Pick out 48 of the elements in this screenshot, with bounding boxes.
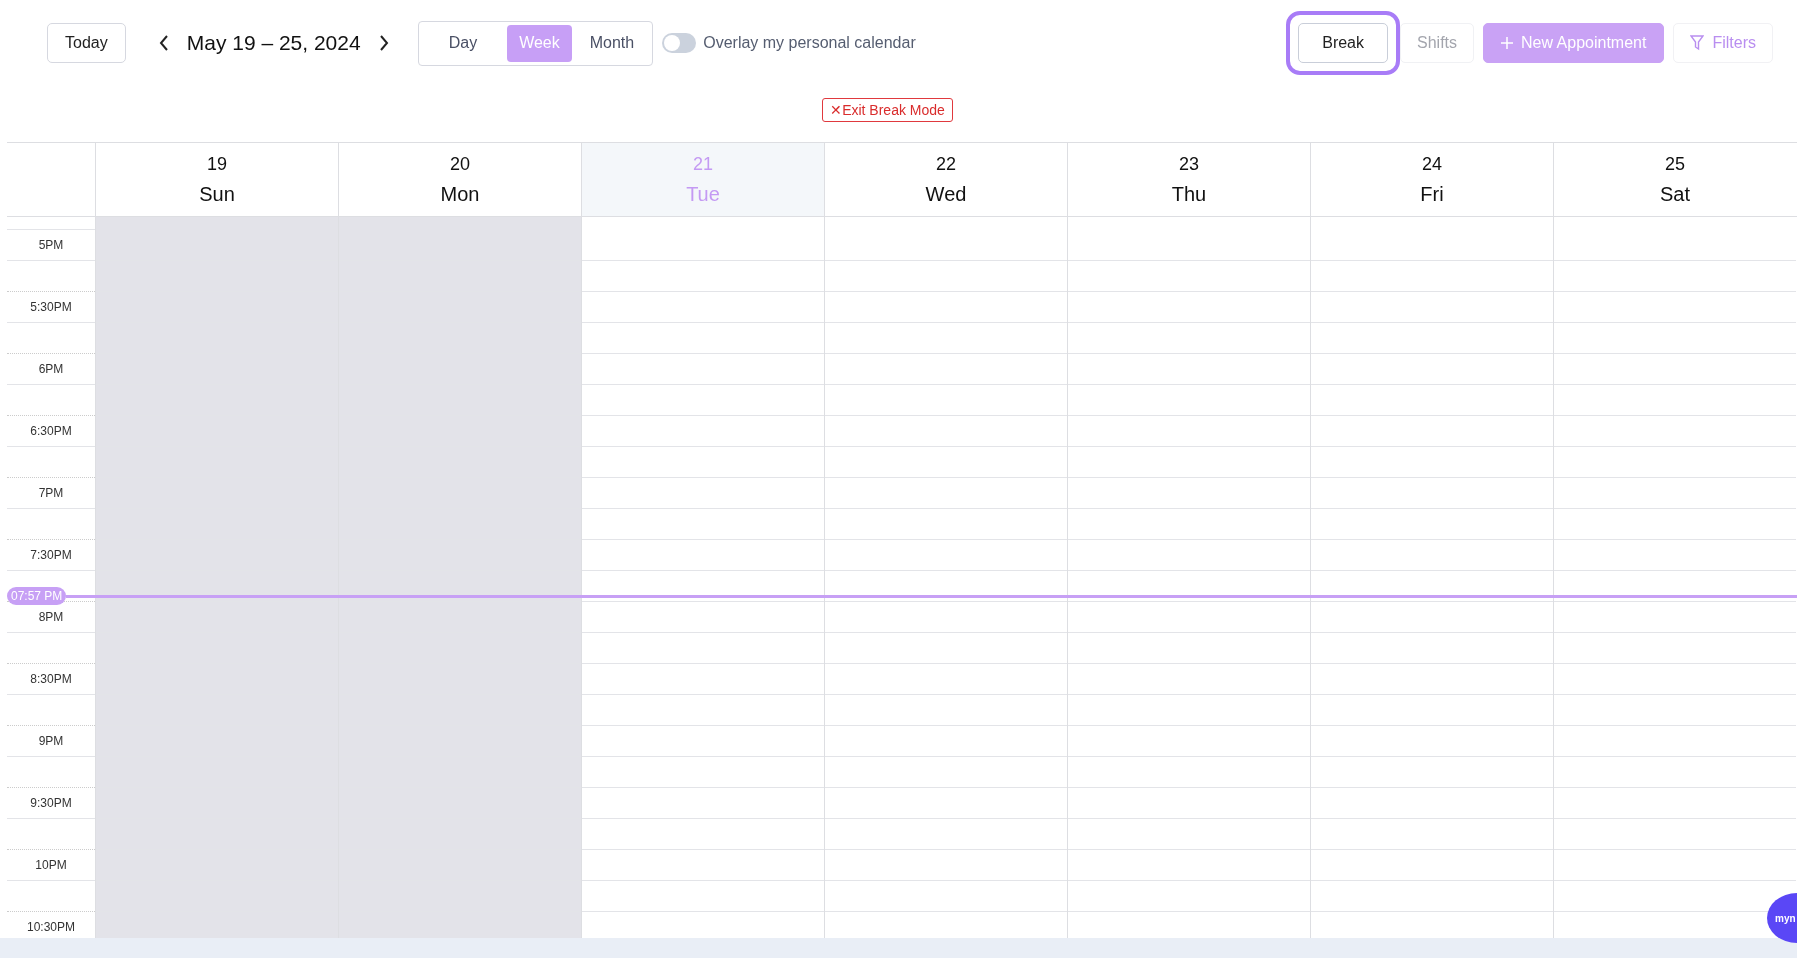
day-number: 24 (1422, 153, 1442, 175)
day-name: Fri (1420, 182, 1444, 206)
day-number: 23 (1179, 153, 1199, 175)
day-number: 19 (207, 153, 227, 175)
time-label: 10:30PM (27, 920, 75, 934)
time-label: 5:30PM (30, 300, 72, 314)
day-name: Wed (925, 182, 967, 206)
time-label: 9PM (38, 734, 64, 748)
day-number: 22 (936, 153, 956, 175)
day-column[interactable] (1310, 217, 1553, 938)
time-label: 9:30PM (30, 796, 72, 810)
filter-icon (1690, 35, 1705, 51)
plus-icon (1501, 37, 1514, 49)
exit-break-mode-button[interactable]: ✕Exit Break Mode (822, 98, 953, 122)
time-label: 6:30PM (30, 424, 72, 438)
day-header[interactable]: 25 Sat (1553, 143, 1796, 216)
toggle-label: Overlay my personal calendar (703, 34, 916, 52)
today-button[interactable]: Today (47, 23, 126, 63)
current-time-badge: 07:57 PM (7, 587, 67, 605)
day-number: 25 (1665, 153, 1685, 175)
chevron-right-icon[interactable] (377, 34, 390, 52)
view-tab[interactable]: Month (577, 24, 647, 62)
day-header[interactable]: 24 Fri (1310, 143, 1553, 216)
day-column[interactable] (1553, 217, 1796, 938)
toggle-switch[interactable] (662, 33, 697, 53)
day-name: Tue (686, 182, 720, 206)
day-name: Thu (1171, 182, 1207, 206)
time-label: 8:30PM (30, 672, 72, 686)
day-name: Mon (440, 182, 480, 206)
time-label: 8PM (38, 610, 64, 624)
day-header[interactable]: 23 Thu (1067, 143, 1310, 216)
day-number: 20 (450, 153, 470, 175)
break-button[interactable]: Break (1298, 23, 1388, 63)
day-name: Sun (199, 182, 235, 206)
day-name: Sat (1660, 182, 1690, 206)
time-label: 7:30PM (30, 548, 72, 562)
time-label: 7PM (38, 486, 64, 500)
day-header[interactable]: 22 Wed (824, 143, 1067, 216)
chevron-left-icon[interactable] (157, 34, 170, 52)
day-column[interactable] (824, 217, 1067, 938)
view-tab[interactable]: Day (424, 24, 502, 62)
time-label: 10PM (35, 858, 67, 872)
day-number: 21 (693, 153, 713, 175)
time-label: 5PM (38, 238, 64, 252)
day-column[interactable] (581, 217, 824, 938)
day-column[interactable] (1067, 217, 1310, 938)
date-range: May 19 – 25, 2024 (186, 31, 361, 55)
time-label: 6PM (38, 362, 64, 376)
